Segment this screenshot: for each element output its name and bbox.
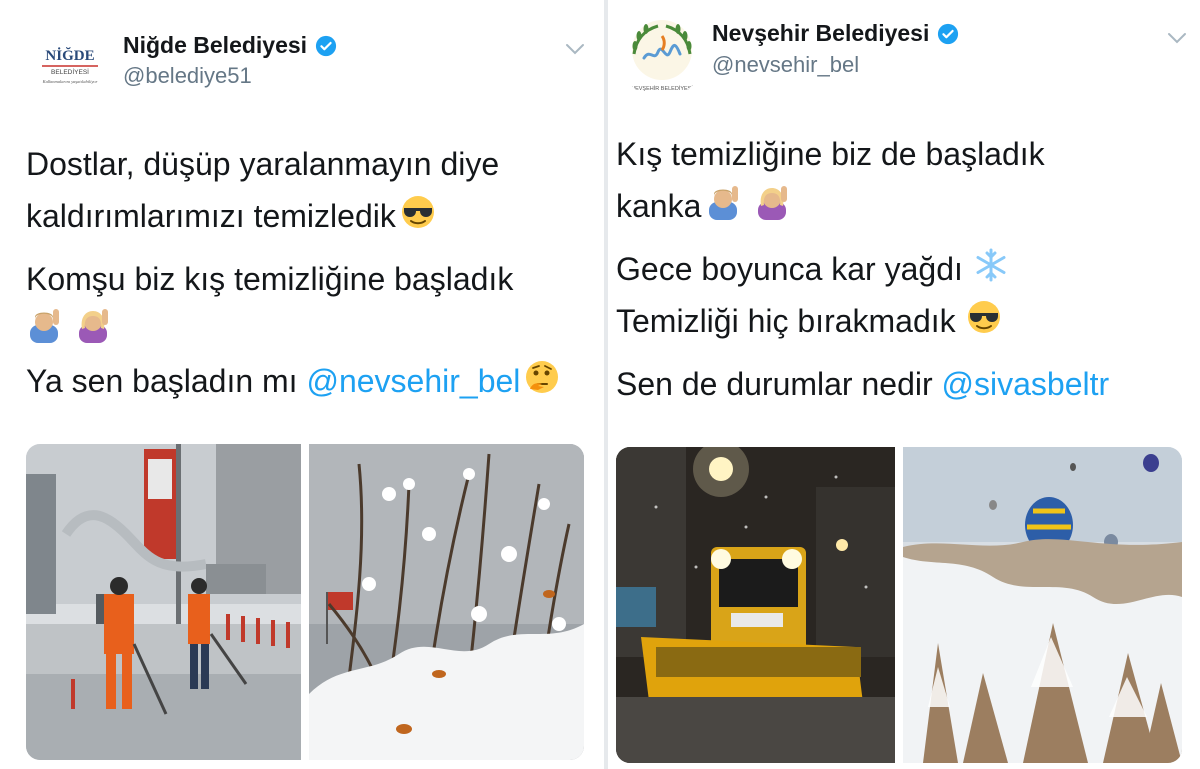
media-grid [616, 447, 1182, 763]
chevron-down-icon[interactable] [564, 42, 586, 56]
author-name-row: Niğde Belediyesi [123, 32, 337, 59]
display-name[interactable]: Niğde Belediyesi [123, 32, 307, 59]
svg-text:Kalkınmalarını yaşatılabiliyor: Kalkınmalarını yaşatılabiliyor [42, 79, 98, 84]
raising-hand-emoji-icon [75, 306, 111, 358]
snowy-branches-photo[interactable] [309, 444, 584, 760]
verified-badge-icon [315, 35, 337, 56]
avatar[interactable]: NİĞDE BELEDİYESİ Kalkınmalarını yaşatıla… [28, 24, 112, 108]
tweet-line-5: Sen de durumlar nedir @sivasbeltr [616, 366, 1110, 402]
raising-hand-emoji-icon [705, 183, 741, 235]
media-grid [26, 444, 584, 760]
tweet-line-4: Temizliği hiç bırakmadık [616, 295, 1002, 350]
author-name-row: Nevşehir Belediyesi [712, 20, 959, 47]
mention-link[interactable]: @sivasbeltr [942, 366, 1110, 402]
tweet-line-1: Dostlar, düşüp yaralanmayın diye [26, 146, 500, 182]
nigde-logo-icon: NİĞDE BELEDİYESİ Kalkınmalarını yaşatıla… [42, 47, 98, 84]
tweet-line-3: Komşu biz kış temizliğine başladık [26, 261, 514, 297]
raising-hand-emoji-icon [754, 183, 790, 235]
svg-text:NİĞDE: NİĞDE [45, 47, 94, 64]
tweet-nevsehir: NEVŞEHİR BELEDİYESİ Nevşehir Belediyesi … [608, 0, 1200, 769]
sunglasses-emoji-icon [966, 298, 1002, 350]
cappadocia-balloons-photo[interactable] [903, 447, 1182, 763]
tweet-line-emojis [26, 303, 111, 358]
sunglasses-emoji-icon [400, 193, 436, 245]
svg-text:NEVŞEHİR BELEDİYESİ: NEVŞEHİR BELEDİYESİ [631, 85, 693, 92]
chevron-down-icon[interactable] [1166, 31, 1188, 45]
handle[interactable]: @belediye51 [123, 63, 252, 89]
snowflake-emoji-icon [973, 246, 1009, 298]
display-name[interactable]: Nevşehir Belediyesi [712, 20, 929, 47]
verified-badge-icon [938, 23, 959, 44]
tweet-line-2: kanka [616, 180, 790, 235]
tweet-line-1: Kış temizliğine biz de başladık [616, 136, 1045, 172]
nevsehir-logo-icon: NEVŞEHİR BELEDİYESİ [631, 20, 693, 92]
avatar[interactable]: NEVŞEHİR BELEDİYESİ [618, 10, 706, 98]
tweet-line-4: Ya sen başladın mı @nevsehir_bel [26, 355, 560, 410]
handle[interactable]: @nevsehir_bel [712, 52, 859, 78]
svg-text:BELEDİYESİ: BELEDİYESİ [51, 67, 89, 76]
tweet-line-3: Gece boyunca kar yağdı [616, 243, 1009, 298]
mention-link[interactable]: @nevsehir_bel [306, 363, 520, 399]
thinking-emoji-icon [524, 358, 560, 410]
snowplow-night-photo[interactable] [616, 447, 895, 763]
raising-hand-emoji-icon [26, 306, 62, 358]
tweet-line-2: kaldırımlarımızı temizledik [26, 190, 436, 245]
street-snow-cleaning-photo[interactable] [26, 444, 301, 760]
tweet-nigde: NİĞDE BELEDİYESİ Kalkınmalarını yaşatıla… [0, 0, 604, 769]
